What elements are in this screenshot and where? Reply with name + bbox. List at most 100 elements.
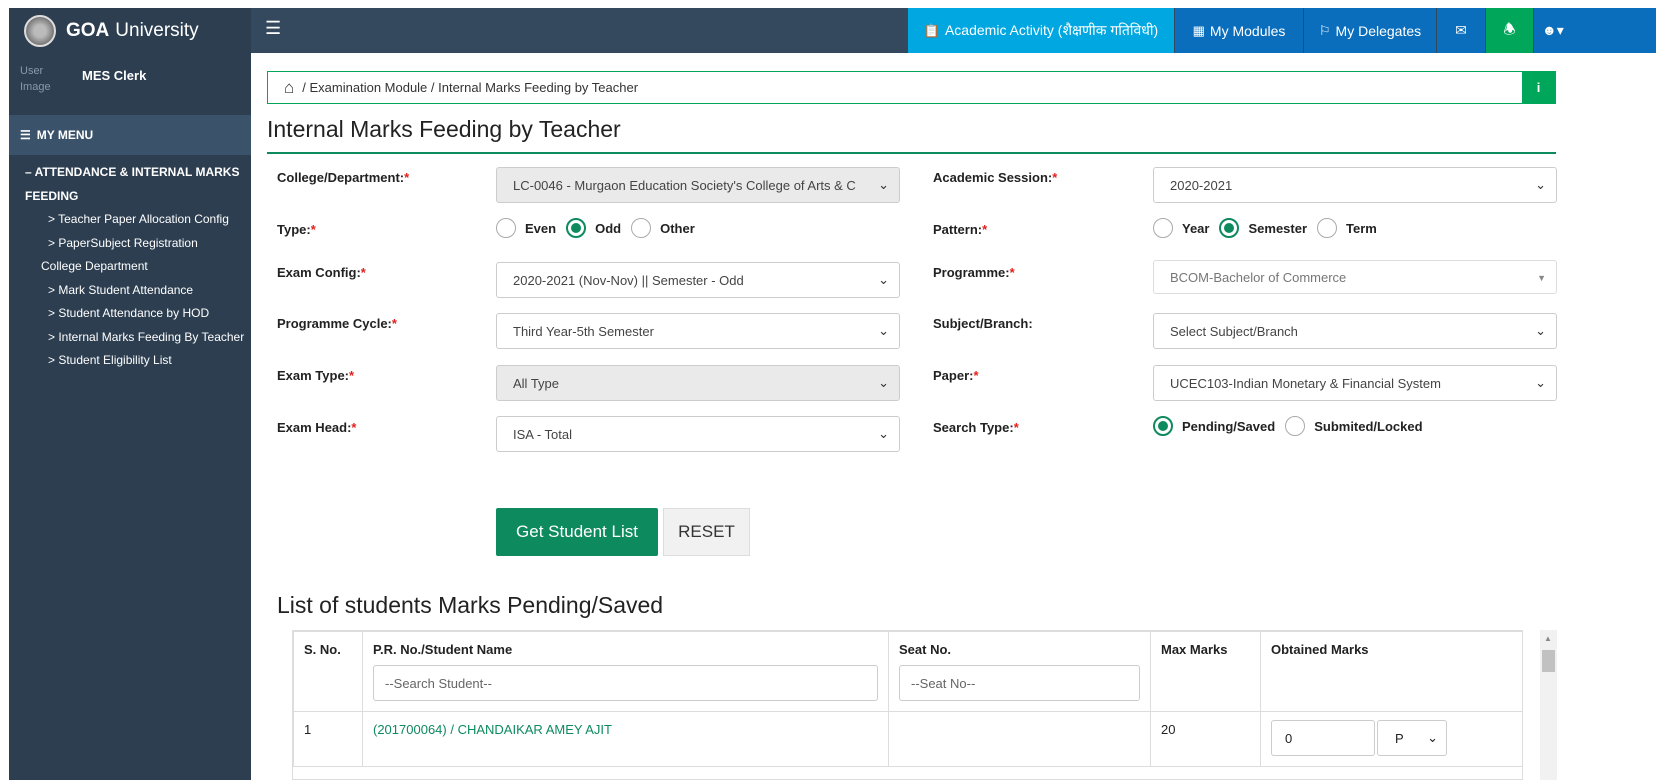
col-max-marks: Max Marks bbox=[1150, 631, 1261, 712]
examtype-select[interactable]: All Type ⌄ bbox=[496, 365, 900, 401]
searchtype-pending-option[interactable]: Pending/Saved bbox=[1153, 416, 1275, 436]
menu-header-label: MY MENU bbox=[36, 128, 94, 142]
reset-button[interactable]: RESET bbox=[663, 508, 750, 556]
avatar: User Image bbox=[20, 65, 51, 93]
col-student-label: P.R. No./Student Name bbox=[373, 642, 513, 657]
info-icon[interactable]: i bbox=[1522, 72, 1555, 103]
subject-select[interactable]: Select Subject/Branch ⌄ bbox=[1153, 313, 1557, 349]
cycle-label: Programme Cycle:* bbox=[277, 316, 397, 331]
paper-select[interactable]: UCEC103-Indian Monetary & Financial Syst… bbox=[1153, 365, 1557, 401]
list-icon: ☰ bbox=[20, 128, 31, 142]
home-icon[interactable]: ⌂ bbox=[284, 78, 294, 98]
pattern-year-option[interactable]: Year bbox=[1153, 218, 1209, 238]
examhead-select[interactable]: ISA - Total ⌄ bbox=[496, 416, 900, 452]
pattern-term-option[interactable]: Term bbox=[1317, 218, 1377, 238]
sidebar-item-student-eligibility[interactable]: > Student Eligibility List bbox=[26, 349, 245, 373]
examtype-value: All Type bbox=[513, 375, 560, 391]
examconfig-select[interactable]: 2020-2021 (Nov-Nov) || Semester - Odd ⌄ bbox=[496, 262, 900, 298]
session-select[interactable]: 2020-2021 ⌄ bbox=[1153, 167, 1557, 203]
radio-term[interactable] bbox=[1317, 218, 1338, 238]
college-select[interactable]: LC-0046 - Murgaon Education Society's Co… bbox=[496, 167, 900, 203]
brand-name-bold: GOA bbox=[66, 19, 110, 41]
radio-submitted[interactable] bbox=[1285, 416, 1306, 436]
nav-my-delegates[interactable]: ⚐ My Delegates bbox=[1304, 8, 1436, 53]
row-obtained-cell: 0 P ⌄ bbox=[1260, 711, 1522, 767]
subject-label: Subject/Branch: bbox=[933, 316, 1033, 331]
searchtype-radio-group: Pending/Saved Submited/Locked bbox=[1153, 416, 1433, 436]
cycle-select[interactable]: Third Year-5th Semester ⌄ bbox=[496, 313, 900, 349]
vertical-scrollbar[interactable]: ▲ bbox=[1540, 630, 1557, 780]
scroll-up-icon[interactable]: ▲ bbox=[1544, 634, 1552, 643]
pattern-label: Pattern:* bbox=[933, 222, 988, 237]
programme-value: BCOM-Bachelor of Commerce bbox=[1170, 269, 1347, 285]
triangle-down-icon: ▼ bbox=[1537, 273, 1546, 283]
session-value: 2020-2021 bbox=[1170, 177, 1233, 193]
college-value: LC-0046 - Murgaon Education Society's Co… bbox=[513, 177, 856, 193]
sidebar-label-college-department: College Department bbox=[41, 259, 148, 273]
pattern-semester-option[interactable]: Semester bbox=[1219, 218, 1307, 238]
programme-select[interactable]: BCOM-Bachelor of Commerce ▼ bbox=[1153, 260, 1557, 294]
radio-even[interactable] bbox=[496, 218, 516, 238]
obtained-marks-input[interactable]: 0 bbox=[1271, 720, 1375, 756]
col-obtained-marks: Obtained Marks bbox=[1260, 631, 1522, 712]
row-student-link[interactable]: (201700064) / CHANDAIKAR AMEY AJIT bbox=[362, 711, 889, 767]
type-even-option[interactable]: Even bbox=[496, 218, 556, 238]
col-seat-label: Seat No. bbox=[899, 642, 952, 657]
sidebar-item-mark-student-attendance[interactable]: > Mark Student Attendance bbox=[26, 279, 245, 303]
col-sno: S. No. bbox=[293, 631, 363, 712]
radio-odd[interactable] bbox=[566, 218, 587, 238]
searchtype-submitted-option[interactable]: Submited/Locked bbox=[1285, 416, 1423, 436]
list-title: List of students Marks Pending/Saved bbox=[277, 592, 664, 618]
table-row: 1 (201700064) / CHANDAIKAR AMEY AJIT 20 … bbox=[293, 711, 1522, 767]
page-title: Internal Marks Feeding by Teacher bbox=[267, 116, 621, 142]
sidebar-item-student-attendance-hod[interactable]: > Student Attendance by HOD bbox=[26, 302, 245, 326]
row-max-marks: 20 bbox=[1150, 711, 1261, 767]
examhead-value: ISA - Total bbox=[513, 426, 573, 442]
examhead-label: Exam Head:* bbox=[277, 420, 357, 435]
hamburger-menu-icon[interactable]: ☰ bbox=[265, 18, 281, 39]
sidebar-item-paper-subject-registration[interactable]: > PaperSubject Registration bbox=[26, 232, 245, 256]
nav-academic-label: Academic Activity (शैक्षणीक गतिविधी) bbox=[944, 22, 1159, 38]
grid-icon: ▦ bbox=[1192, 22, 1205, 38]
nav-academic-activity[interactable]: 📋 Academic Activity (शैक्षणीक गतिविधी) bbox=[908, 8, 1174, 53]
menu-header: ☰ MY MENU bbox=[9, 115, 251, 155]
brand[interactable]: GOA University bbox=[9, 8, 251, 53]
chevron-down-icon: ⌄ bbox=[878, 426, 889, 441]
clipboard-icon: 📋 bbox=[923, 22, 940, 38]
flag-icon: ⚐ bbox=[1318, 22, 1331, 38]
university-logo bbox=[24, 14, 56, 47]
cycle-value: Third Year-5th Semester bbox=[513, 323, 654, 339]
type-odd-option[interactable]: Odd bbox=[566, 218, 621, 238]
searchtype-label: Search Type:* bbox=[933, 420, 1019, 435]
type-other-option[interactable]: Other bbox=[631, 218, 695, 238]
radio-year[interactable] bbox=[1153, 218, 1173, 238]
breadcrumb: ⌂ / Examination Module / Internal Marks … bbox=[267, 71, 1556, 104]
sidebar-menu: – ATTENDANCE & INTERNAL MARKS FEEDING > … bbox=[9, 155, 251, 373]
scrollbar-thumb[interactable] bbox=[1542, 650, 1555, 672]
attendance-status-select[interactable]: P ⌄ bbox=[1377, 720, 1447, 756]
radio-pending[interactable] bbox=[1153, 416, 1173, 436]
nav-modules-label: My Modules bbox=[1209, 22, 1286, 39]
examconfig-value: 2020-2021 (Nov-Nov) || Semester - Odd bbox=[513, 272, 744, 288]
radio-other[interactable] bbox=[631, 218, 652, 238]
seat-no-input[interactable]: --Seat No-- bbox=[899, 665, 1140, 701]
bell-icon[interactable]: 🕭 bbox=[1486, 8, 1533, 53]
nav-my-modules[interactable]: ▦ My Modules bbox=[1175, 8, 1303, 53]
sidebar: User Image MES Clerk ☰ MY MENU – ATTENDA… bbox=[9, 53, 251, 780]
sidebar-group-attendance[interactable]: – ATTENDANCE & INTERNAL MARKS FEEDING bbox=[25, 161, 245, 208]
pattern-radio-group: Year Semester Term bbox=[1153, 218, 1387, 238]
sidebar-item-teacher-paper-allocation[interactable]: > Teacher Paper Allocation Config bbox=[26, 208, 245, 232]
status-value: P bbox=[1395, 730, 1404, 746]
row-sno: 1 bbox=[293, 711, 363, 767]
title-divider bbox=[267, 152, 1556, 154]
search-student-input[interactable]: --Search Student-- bbox=[373, 665, 878, 701]
get-student-list-button[interactable]: Get Student List bbox=[496, 508, 658, 556]
brand-name-rest: University bbox=[115, 19, 199, 41]
radio-semester[interactable] bbox=[1219, 218, 1240, 238]
col-student: P.R. No./Student Name --Search Student-- bbox=[362, 631, 889, 712]
sidebar-item-internal-marks-feeding[interactable]: > Internal Marks Feeding By Teacher bbox=[26, 326, 245, 350]
user-menu-icon[interactable]: ☻▾ bbox=[1534, 8, 1656, 53]
mail-icon[interactable]: ✉ bbox=[1437, 8, 1485, 53]
chevron-down-icon: ⌄ bbox=[878, 375, 889, 390]
breadcrumb-path: / Examination Module / Internal Marks Fe… bbox=[302, 80, 639, 95]
